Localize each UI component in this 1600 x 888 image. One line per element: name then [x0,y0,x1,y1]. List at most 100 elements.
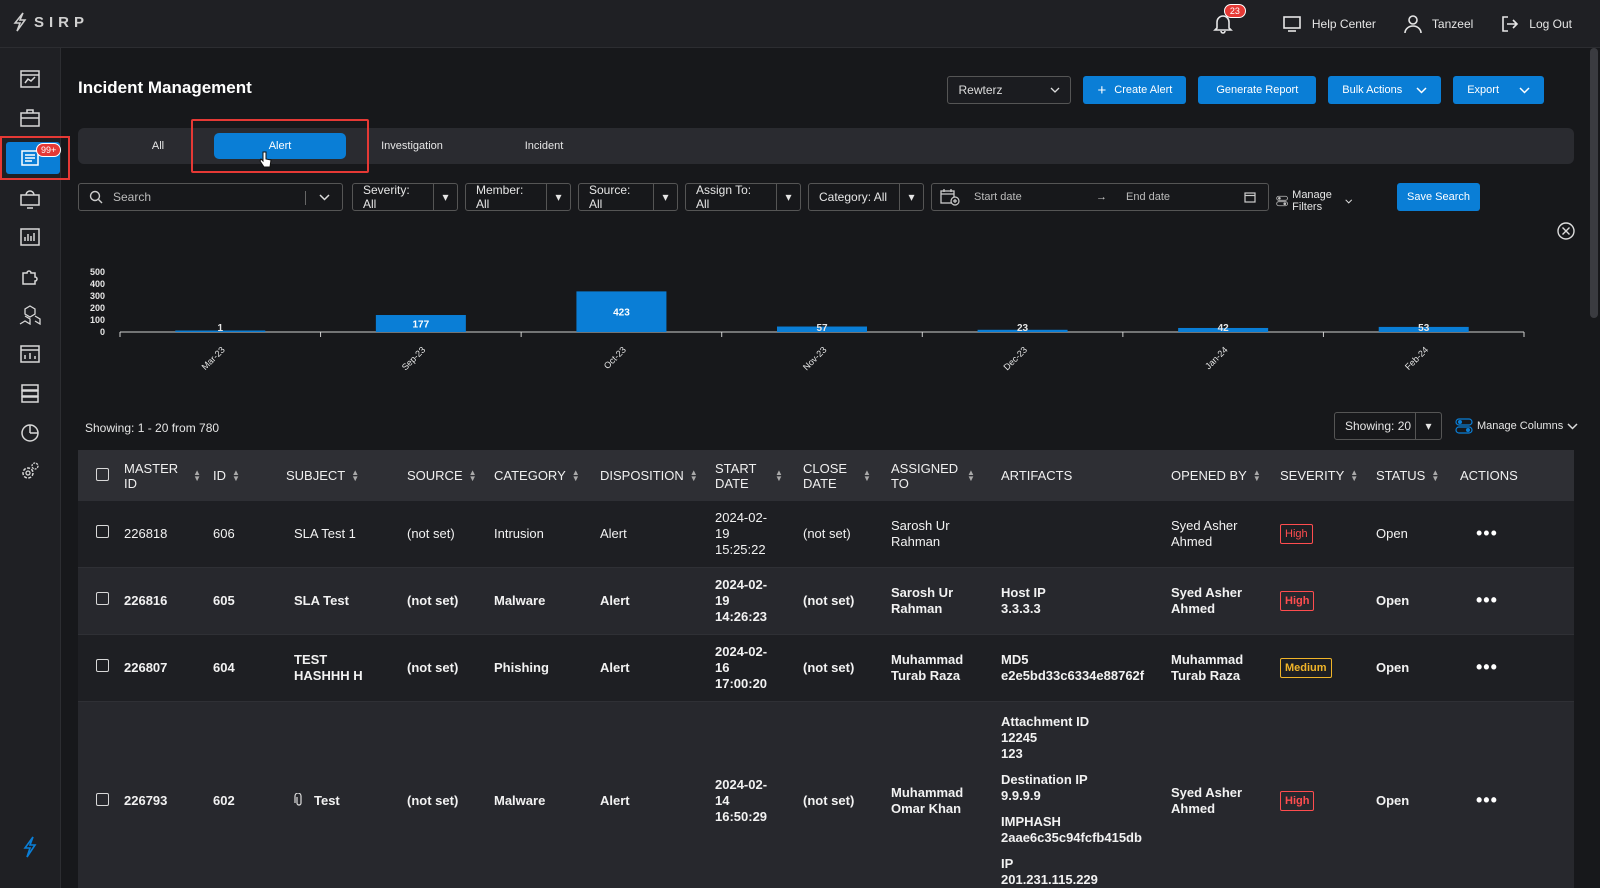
chevron-down-icon [1416,86,1427,94]
cell-id[interactable]: 605 [207,567,280,634]
more-actions-icon[interactable]: ••• [1476,590,1498,610]
sidebar-item-cases[interactable] [16,104,44,132]
sidebar-item-analytics[interactable] [16,418,44,446]
date-range-picker[interactable]: Start date → End date [931,183,1269,211]
save-search-button[interactable]: Save Search [1397,183,1480,211]
sidebar-item-incident-management[interactable]: 99+ [6,142,62,174]
col-status[interactable]: STATUS ▲ ▼ [1370,450,1454,501]
col-severity[interactable]: SEVERITY ▲ ▼ [1274,450,1370,501]
more-actions-icon[interactable]: ••• [1476,790,1498,810]
cell-category: Intrusion [494,525,544,541]
col-label: SUBJECT [286,468,346,483]
sidebar-item-vulnerabilities[interactable] [16,340,44,368]
more-actions-icon[interactable]: ••• [1476,523,1498,543]
cell-opened-by: Muhammad Turab Raza [1165,634,1274,701]
cell-id[interactable]: 606 [207,501,280,567]
organization-select[interactable]: Rewterz [947,76,1072,104]
export-button[interactable]: Export [1453,76,1544,104]
sidebar-item-database[interactable] [16,379,44,407]
table-row[interactable]: 226818 606 SLA Test 1 (not set) Intrusion Ale… [78,501,1574,567]
row-checkbox[interactable] [96,592,109,605]
table-row[interactable]: 226793 602 Test (not set) Malware Alert 2024-0… [78,701,1574,888]
cell-subject[interactable]: TEST HASHHH H [280,634,401,701]
sidebar-item-integrations[interactable] [16,262,44,290]
manage-filters-button[interactable]: Manage Filters [1276,189,1353,213]
end-date-input[interactable]: End date [1126,191,1244,203]
caret-down-icon: ▾ [776,184,800,210]
bar-value-label: 177 [413,320,430,331]
sidebar-item-dashboard[interactable] [16,65,44,93]
col-close-date[interactable]: CLOSE DATE ▲ ▼ [797,450,885,501]
close-chart-icon[interactable] [1557,222,1575,240]
table-row[interactable]: 226807 604 TEST HASHHH H (not set) Phishing A… [78,634,1574,701]
page-scrollbar[interactable] [1590,48,1598,318]
tab-incident[interactable]: Incident [478,133,610,159]
create-alert-button[interactable]: + Create Alert [1083,76,1187,104]
logout-button[interactable]: Log Out [1501,15,1572,33]
row-checkbox[interactable] [96,792,109,806]
col-disposition[interactable]: DISPOSITION ▲ ▼ [594,450,709,501]
col-subject[interactable]: SUBJECT ▲ ▼ [280,450,401,501]
notifications-button[interactable]: 23 [1212,4,1246,36]
cell-master-id[interactable]: 226807 [118,634,207,701]
artifact-value: 201.231.115.229 [1001,872,1098,887]
severity-filter[interactable]: Severity: All ▾ [352,183,458,211]
col-label: ACTIONS [1460,468,1518,483]
row-checkbox[interactable] [96,659,109,672]
x-tick-label: Jan-24 [1203,345,1230,372]
col-label: SEVERITY [1280,468,1345,483]
cell-master-id[interactable]: 226818 [118,501,207,567]
x-tick-label: Mar-23 [200,345,227,372]
sidebar-item-reports[interactable] [16,223,44,251]
sidebar-collapse-lightning[interactable] [16,833,44,861]
cell-id[interactable]: 604 [207,634,280,701]
member-filter[interactable]: Member: All ▾ [465,183,571,211]
source-filter[interactable]: Source: All ▾ [578,183,678,211]
col-source[interactable]: SOURCE ▲ ▼ [401,450,488,501]
help-center-link[interactable]: Help Center [1282,15,1376,33]
sidebar-item-settings[interactable] [16,457,44,485]
col-master-id[interactable]: MASTER ID ▲ ▼ [118,450,207,501]
sirp-logo[interactable]: SIRP [12,12,89,32]
cell-master-id[interactable]: 226816 [118,567,207,634]
generate-report-button[interactable]: Generate Report [1198,76,1317,104]
cell-source: (not set) [407,659,459,675]
cell-master-id[interactable]: 226793 [118,701,207,888]
col-start-date[interactable]: START DATE ▲ ▼ [709,450,797,501]
category-filter[interactable]: Category: All ▾ [808,183,924,211]
user-menu[interactable]: Tanzeel [1404,14,1473,34]
col-category[interactable]: CATEGORY ▲ ▼ [488,450,594,501]
cell-id[interactable]: 602 [207,701,280,888]
sort-icon: ▲ ▼ [1252,467,1261,483]
bulk-actions-button[interactable]: Bulk Actions [1328,76,1442,104]
arrow-right-icon: → [1096,191,1107,203]
artifact-item: MD5 e2e5bd33c6334e88762f [1001,652,1159,684]
table-row[interactable]: 226816 605 SLA Test (not set) Malware Alert 20… [78,567,1574,634]
col-id[interactable]: ID ▲ ▼ [207,450,280,501]
bar-value-label: 57 [816,323,828,334]
search-input[interactable]: Search [78,183,343,211]
artifact-item: Host IP 3.3.3.3 [1001,585,1159,617]
cell-close-date: (not set) [803,525,851,541]
table-header-row: MASTER ID ▲ ▼ ID ▲ ▼ SUBJECT ▲ ▼ SOURCE ▲ ▼ CATE… [78,450,1574,501]
sidebar-item-threat-intel[interactable] [16,184,44,212]
manage-columns-button[interactable]: Manage Columns [1455,418,1578,434]
y-tick-label: 300 [90,291,105,301]
col-opened-by[interactable]: OPENED BY ▲ ▼ [1165,450,1274,501]
page-size-select[interactable]: Showing: 20 ▾ [1334,412,1442,440]
artifact-item: Destination IP 9.9.9.9 [1001,772,1159,804]
cell-subject[interactable]: Test [280,701,401,888]
start-date-input[interactable]: Start date [974,191,1096,203]
sort-icon: ▲ ▼ [468,467,477,483]
more-actions-icon[interactable]: ••• [1476,657,1498,677]
gears-icon [22,462,39,479]
assign-to-filter[interactable]: Assign To: All ▾ [685,183,801,211]
select-all-checkbox[interactable] [96,467,109,481]
cell-subject[interactable]: SLA Test 1 [280,501,401,567]
col-assigned-to[interactable]: ASSIGNED TO ▲ ▼ [885,450,995,501]
sidebar-item-assets[interactable] [16,301,44,329]
sort-icon: ▲ ▼ [571,467,580,483]
row-checkbox[interactable] [96,525,109,539]
start-date-part: 2024-02- [715,509,768,525]
cell-subject[interactable]: SLA Test [280,567,401,634]
